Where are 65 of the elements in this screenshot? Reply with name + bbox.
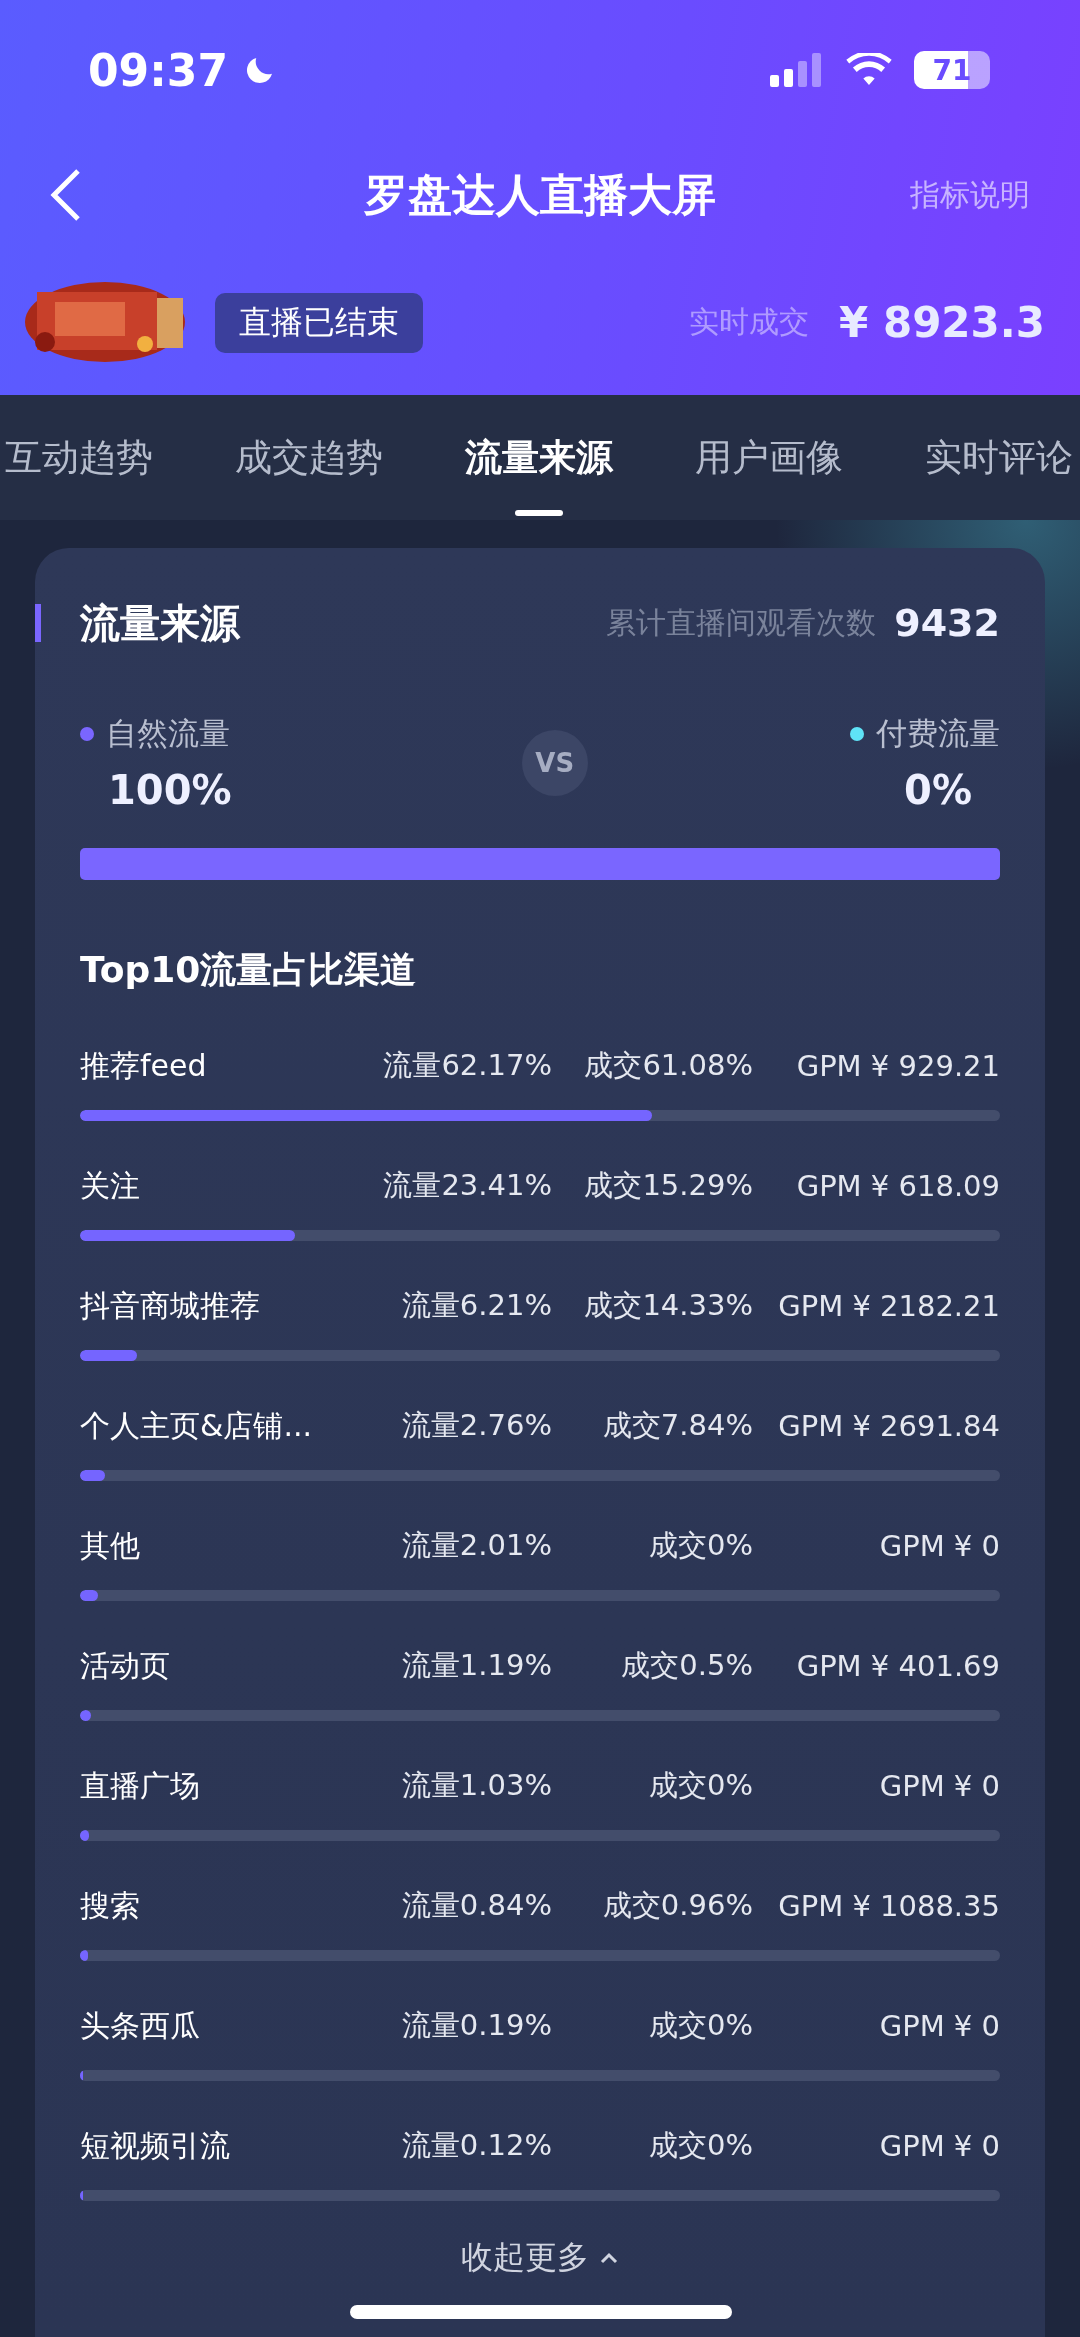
sales-label: 实时成交 bbox=[689, 303, 810, 341]
flow-share: 流量6.21% bbox=[400, 1287, 552, 1324]
gpm-value: GPM ¥ 1088.35 bbox=[777, 1889, 1000, 1923]
deal-share: 成交15.29% bbox=[583, 1167, 753, 1204]
gpm-value: GPM ¥ 401.69 bbox=[795, 1649, 1000, 1683]
legend-label: 付费流量 bbox=[876, 714, 1000, 753]
gpm-value: GPM ¥ 2691.84 bbox=[777, 1409, 1000, 1443]
flow-share: 流量62.17% bbox=[382, 1047, 552, 1084]
channel-name: 关注 bbox=[80, 1166, 141, 1205]
views-label: 累计直播间观看次数 bbox=[606, 603, 877, 642]
subsection-title: Top10流量占比渠道 bbox=[80, 948, 418, 992]
channel-name: 活动页 bbox=[80, 1646, 171, 1685]
deal-share: 成交61.08% bbox=[583, 1047, 753, 1084]
section-title: 流量来源 bbox=[80, 598, 240, 648]
gpm-value: GPM ¥ 0 bbox=[878, 2009, 1000, 2043]
caret-icon bbox=[599, 2251, 619, 2265]
channel-name: 搜索 bbox=[80, 1886, 141, 1925]
tab[interactable]: 用户画像 bbox=[654, 395, 884, 520]
channel-name: 直播广场 bbox=[80, 1766, 201, 1805]
deal-share: 成交0% bbox=[648, 2127, 753, 2164]
natural-percent: 100% bbox=[107, 767, 233, 813]
channel-name: 抖音商城推荐 bbox=[80, 1286, 261, 1325]
channel-name: 推荐feed bbox=[80, 1046, 208, 1085]
channel-name: 头条西瓜 bbox=[80, 2006, 201, 2045]
flow-share: 流量2.76% bbox=[400, 1407, 552, 1444]
collapse-button[interactable]: 收起更多 bbox=[455, 2235, 625, 2281]
gpm-value: GPM ¥ 618.09 bbox=[795, 1169, 1000, 1203]
flow-share: 流量0.12% bbox=[400, 2127, 552, 2164]
deal-share: 成交0.96% bbox=[601, 1887, 753, 1924]
flow-share: 流量1.03% bbox=[400, 1767, 552, 1804]
legend-label: 自然流量 bbox=[106, 714, 230, 753]
deal-share: 成交0% bbox=[648, 1767, 753, 1804]
deal-share: 成交0% bbox=[648, 1527, 753, 1564]
deal-share: 成交14.33% bbox=[583, 1287, 753, 1324]
battery-icon: 71 bbox=[914, 51, 990, 89]
tab[interactable]: 实时评论 bbox=[884, 395, 1080, 520]
tab[interactable]: 互动趋势 bbox=[0, 395, 194, 520]
status-time: 09:37 bbox=[88, 44, 229, 96]
flow-share: 流量0.19% bbox=[400, 2007, 552, 2044]
sales-value: ¥ 8923.3 bbox=[839, 298, 1045, 347]
deal-share: 成交0.5% bbox=[620, 1647, 753, 1684]
views-value: 9432 bbox=[894, 601, 1000, 645]
channel-name: 个人主页&店铺... bbox=[80, 1406, 313, 1445]
page-title: 罗盘达人直播大屏 bbox=[364, 167, 716, 222]
wifi-icon bbox=[846, 53, 892, 87]
gpm-value: GPM ¥ 929.21 bbox=[795, 1049, 1000, 1083]
gpm-value: GPM ¥ 2182.21 bbox=[777, 1289, 1000, 1323]
flow-share: 流量0.84% bbox=[400, 1887, 552, 1924]
deal-share: 成交7.84% bbox=[601, 1407, 753, 1444]
paid-percent: 0% bbox=[903, 767, 973, 813]
gpm-value: GPM ¥ 0 bbox=[878, 1769, 1000, 1803]
deal-share: 成交0% bbox=[648, 2007, 753, 2044]
channel-name: 短视频引流 bbox=[80, 2126, 231, 2165]
tab[interactable]: 成交趋势 bbox=[194, 395, 424, 520]
live-status-badge: 直播已结束 bbox=[215, 292, 423, 353]
gpm-value: GPM ¥ 0 bbox=[878, 1529, 1000, 1563]
gpm-value: GPM ¥ 0 bbox=[878, 2129, 1000, 2163]
tab-indicator bbox=[515, 510, 563, 516]
vs-badge: VS bbox=[521, 730, 588, 796]
flow-share: 流量2.01% bbox=[400, 1527, 552, 1564]
signal-icon bbox=[770, 51, 824, 89]
flow-share: 流量1.19% bbox=[400, 1647, 552, 1684]
flow-share: 流量23.41% bbox=[382, 1167, 552, 1204]
tab[interactable]: 流量来源 bbox=[424, 395, 654, 520]
channel-name: 其他 bbox=[80, 1526, 141, 1565]
